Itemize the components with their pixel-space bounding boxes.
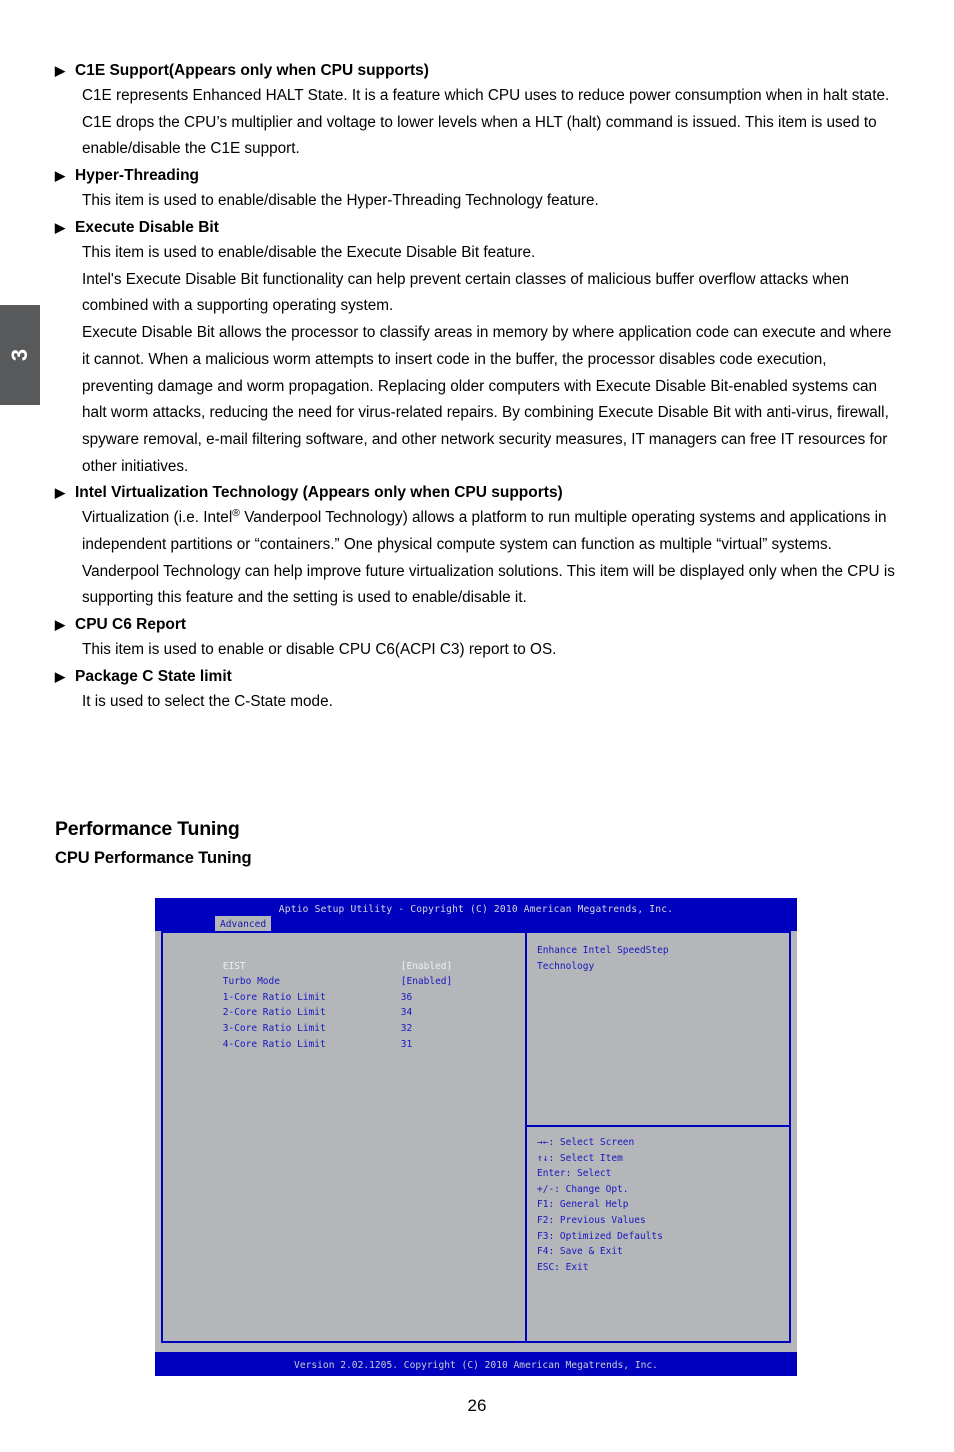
doc-item-hyper-threading: ▶ Hyper-Threading This item is used to e… bbox=[55, 163, 895, 215]
bios-setting-value[interactable]: 31 bbox=[401, 1037, 412, 1053]
item-heading: ▶ Execute Disable Bit bbox=[55, 215, 895, 240]
bios-settings-list: EIST [Enabled] Turbo Mode [Enabled] 1-Core… bbox=[163, 933, 525, 1341]
bios-setting-row[interactable]: EIST [Enabled] bbox=[177, 943, 525, 972]
bios-help-line: Enhance Intel SpeedStep bbox=[537, 945, 669, 956]
item-body: Virtualization (i.e. Intel® Vanderpool T… bbox=[82, 505, 895, 612]
item-heading-text: C1E Support(Appears only when CPU suppor… bbox=[75, 62, 429, 79]
item-paragraph: Intel's Execute Disable Bit functionalit… bbox=[82, 270, 850, 315]
doc-item-cpu-c6-report: ▶ CPU C6 Report This item is used to ena… bbox=[55, 612, 895, 664]
item-heading: ▶ CPU C6 Report bbox=[55, 612, 895, 637]
item-body: This item is used to enable/disable the … bbox=[82, 240, 895, 480]
item-body: This item is used to enable or disable C… bbox=[82, 637, 895, 664]
bios-main-frame: EIST [Enabled] Turbo Mode [Enabled] 1-Core… bbox=[161, 931, 791, 1343]
item-heading-text: Execute Disable Bit bbox=[75, 218, 219, 236]
item-heading-text: Package C State limit bbox=[75, 667, 232, 685]
item-body: C1E represents Enhanced HALT State. It i… bbox=[82, 83, 895, 163]
triangle-bullet-icon: ▶ bbox=[55, 219, 65, 235]
item-heading: ▶ Intel Virtualization Technology (Appea… bbox=[55, 480, 895, 505]
triangle-bullet-icon: ▶ bbox=[55, 63, 65, 78]
paragraph-before-text: Virtualization (i.e. Intel bbox=[82, 509, 233, 527]
registered-trademark-icon: ® bbox=[232, 507, 240, 520]
bios-key-legend-line: F1: General Help bbox=[537, 1199, 629, 1211]
doc-item-c1e-support: ▶ C1E Support(Appears only when CPU supp… bbox=[55, 58, 895, 163]
triangle-bullet-icon: ▶ bbox=[55, 617, 65, 633]
doc-item-intel-virtualization-technology: ▶ Intel Virtualization Technology (Appea… bbox=[55, 480, 895, 612]
bios-key-legend-line: →←: Select Screen bbox=[537, 1137, 635, 1148]
bios-key-legend-line: ↑↓: Select Item bbox=[537, 1152, 623, 1164]
bios-key-legend-line: F4: Save & Exit bbox=[537, 1246, 623, 1258]
page-number: 26 bbox=[467, 1396, 487, 1415]
bios-setting-row[interactable]: 3-Core Ratio Limit 32 bbox=[177, 1005, 525, 1034]
item-paragraph: C1E represents Enhanced HALT State. It i… bbox=[82, 87, 890, 158]
section-heading-performance-tuning: Performance Tuning bbox=[55, 818, 240, 840]
triangle-bullet-icon: ▶ bbox=[55, 168, 65, 184]
item-paragraph: Virtualization (i.e. Intel® Vanderpool T… bbox=[82, 505, 895, 612]
item-paragraph: It is used to select the C-State mode. bbox=[82, 693, 333, 711]
bios-version-bar: Version 2.02.1205. Copyright (C) 2010 Am… bbox=[155, 1352, 797, 1376]
triangle-bullet-icon: ▶ bbox=[55, 485, 65, 501]
bios-help-line: Technology bbox=[537, 960, 595, 972]
item-paragraph: This item is used to enable or disable C… bbox=[82, 641, 557, 659]
item-heading: ▶ Package C State limit bbox=[55, 664, 895, 689]
bios-key-legend-line: +/-: Change Opt. bbox=[537, 1183, 629, 1195]
doc-item-package-c-state-limit: ▶ Package C State limit It is used to se… bbox=[55, 664, 895, 716]
bios-key-legend-line: F2: Previous Values bbox=[537, 1214, 646, 1226]
bios-setting-row[interactable]: Turbo Mode [Enabled] bbox=[177, 959, 525, 987]
item-heading-text: Hyper-Threading bbox=[75, 167, 200, 185]
bios-key-legend-line: F3: Optimized Defaults bbox=[537, 1230, 663, 1242]
bios-screenshot: Aptio Setup Utility - Copyright (C) 2010… bbox=[155, 898, 797, 1376]
item-paragraph: Execute Disable Bit allows the processor… bbox=[82, 324, 892, 475]
bios-help-text: Enhance Intel SpeedStep Technology bbox=[527, 933, 791, 1125]
chapter-tab-number: 3 bbox=[7, 348, 32, 362]
document-body: ▶ C1E Support(Appears only when CPU supp… bbox=[55, 58, 895, 716]
item-paragraph: This item is used to enable/disable the … bbox=[82, 244, 536, 262]
item-heading: ▶ Hyper-Threading bbox=[55, 163, 895, 188]
item-heading: ▶ C1E Support(Appears only when CPU supp… bbox=[55, 58, 895, 83]
subsection-heading-cpu-performance-tuning: CPU Performance Tuning bbox=[55, 849, 252, 867]
doc-item-execute-disable-bit: ▶ Execute Disable Bit This item is used … bbox=[55, 215, 895, 480]
bios-key-legend-line: Enter: Select bbox=[537, 1168, 612, 1180]
item-heading-text: Intel Virtualization Technology (Appears… bbox=[75, 484, 563, 502]
item-paragraph: This item is used to enable/disable the … bbox=[82, 192, 599, 210]
item-body: This item is used to enable/disable the … bbox=[82, 188, 895, 215]
chapter-tab: 3 bbox=[0, 305, 40, 405]
triangle-bullet-icon: ▶ bbox=[55, 668, 65, 684]
item-body: It is used to select the C-State mode. bbox=[82, 689, 895, 716]
item-heading-text: CPU C6 Report bbox=[75, 616, 187, 634]
bios-help-divider bbox=[527, 1125, 791, 1127]
bios-setting-label: 4-Core Ratio Limit bbox=[222, 1038, 326, 1050]
bios-key-legend-line: ESC: Exit bbox=[537, 1261, 589, 1273]
bios-setting-row[interactable]: 1-Core Ratio Limit 36 bbox=[177, 974, 525, 1003]
bios-key-legend: →←: Select Screen ↑↓: Select Item Enter:… bbox=[527, 1129, 791, 1275]
bios-setting-row[interactable]: 4-Core Ratio Limit 31 bbox=[177, 1021, 525, 1050]
bios-setting-row[interactable]: 2-Core Ratio Limit 34 bbox=[177, 990, 525, 1018]
bios-right-panel: Enhance Intel SpeedStep Technology →←: S… bbox=[527, 933, 791, 1341]
